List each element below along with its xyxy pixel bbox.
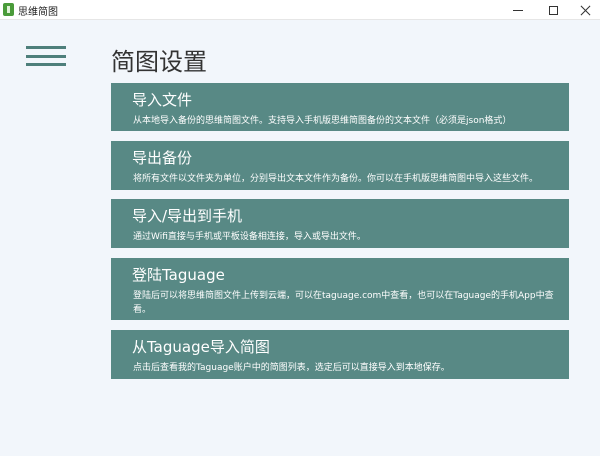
card-description: 通过Wifi直接与手机或平板设备相连接，导入或导出文件。 [133,232,366,242]
close-icon [580,5,591,16]
minimize-icon [513,9,523,11]
card-description: 将所有文件以文件夹为单位，分别导出文本文件作为备份。你可以在手机版思维简图中导入… [133,174,539,184]
card-title: 导入/导出到手机 [132,207,243,225]
menu-line [26,46,66,49]
login-taguage-card[interactable]: 登陆Taguage 登陆后可以将思维简图文件上传到云端，可以在taguage.c… [111,258,569,320]
menu-line [26,54,66,58]
card-description: 点击后查看我的Taguage账户中的简图列表，选定后可以直接导入到本地保存。 [133,363,450,373]
page-title: 简图设置 [111,48,207,76]
card-title: 从Taguage导入简图 [132,338,270,356]
card-description: 从本地导入备份的思维简图文件。支持导入手机版思维简图备份的文本文件（必须是jso… [133,116,512,126]
export-backup-card[interactable]: 导出备份 将所有文件以文件夹为单位，分别导出文本文件作为备份。你可以在手机版思维… [111,141,569,190]
window-title: 思维简图 [18,7,58,18]
card-description: 登陆后可以将思维简图文件上传到云端，可以在taguage.com中查看，也可以在… [133,291,554,315]
card-title: 导入文件 [132,91,193,109]
phone-sync-card[interactable]: 导入/导出到手机 通过Wifi直接与手机或平板设备相连接，导入或导出文件。 [111,199,569,248]
maximize-icon [548,5,558,15]
import-from-taguage-card[interactable]: 从Taguage导入简图 点击后查看我的Taguage账户中的简图列表，选定后可… [111,330,569,379]
app-logo-icon [3,3,14,16]
menu-line [26,63,66,66]
card-title: 登陆Taguage [132,266,225,284]
card-title: 导出备份 [132,149,193,167]
hamburger-menu-icon[interactable] [26,46,66,66]
minimize-button[interactable] [499,0,537,20]
close-button[interactable] [566,0,600,20]
title-bar: 思维简图 [0,0,600,20]
import-file-card[interactable]: 导入文件 从本地导入备份的思维简图文件。支持导入手机版思维简图备份的文本文件（必… [111,83,569,131]
